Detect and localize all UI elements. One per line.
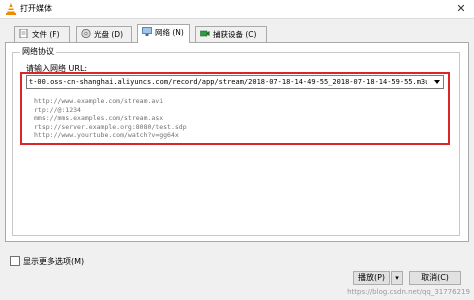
show-more-options-checkbox[interactable]	[10, 256, 20, 266]
tab-disc-label: 光盘 (D)	[94, 30, 124, 39]
disc-icon	[81, 29, 91, 38]
close-icon[interactable]: ✕	[452, 2, 470, 15]
window-title: 打开媒体	[20, 4, 52, 13]
tab-capture-device-label: 捕获设备 (C)	[213, 30, 257, 39]
tab-file-label: 文件 (F)	[32, 30, 60, 39]
play-options-dropdown-button[interactable]: ▾	[391, 271, 403, 285]
title-bar: 打开媒体 ✕	[0, 0, 474, 19]
tab-network[interactable]: 网络 (N)	[137, 24, 190, 43]
capture-device-icon	[200, 30, 210, 37]
play-button[interactable]: 播放(P)	[353, 271, 390, 285]
tab-file[interactable]: 文件 (F)	[14, 26, 70, 42]
group-title: 网络协议	[20, 46, 56, 57]
chevron-down-icon: ▾	[395, 274, 399, 282]
play-button-label: 播放(P)	[357, 273, 386, 282]
network-icon	[142, 27, 152, 36]
tab-network-label: 网络 (N)	[155, 28, 184, 37]
vlc-cone-icon	[6, 3, 16, 15]
annotation-highlight-box	[20, 72, 450, 145]
file-icon	[19, 29, 28, 38]
cancel-button-label: 取消(C)	[421, 273, 449, 282]
tab-capture-device[interactable]: 捕获设备 (C)	[195, 26, 267, 42]
watermark: https://blog.csdn.net/qq_31776219	[347, 288, 470, 296]
tab-disc[interactable]: 光盘 (D)	[76, 26, 132, 42]
show-more-options-label: 显示更多选项(M)	[23, 257, 85, 266]
cancel-button[interactable]: 取消(C)	[409, 271, 461, 285]
